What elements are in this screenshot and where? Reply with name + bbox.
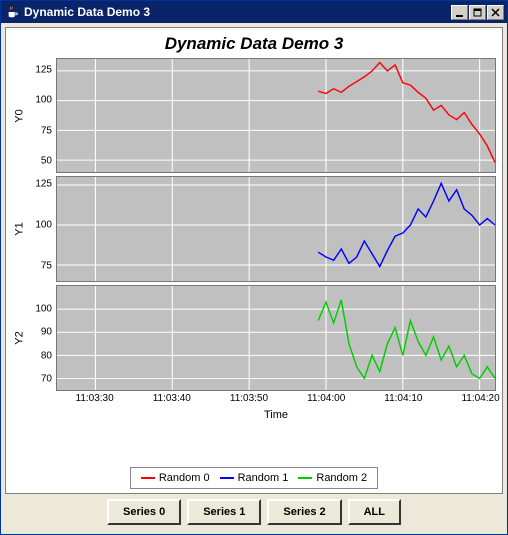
y-tick: 125 (35, 65, 52, 76)
y-axis-label-text: Y2 (14, 331, 26, 344)
x-axis-label: Time (264, 409, 288, 421)
y-tick: 100 (35, 219, 52, 230)
y-ticks: 75 100 125 (28, 176, 56, 282)
x-tick: 11:04:20 (461, 393, 499, 404)
y-tick: 75 (41, 260, 52, 271)
plot-row-2: Y2 70 80 90 100 (12, 285, 496, 391)
x-tick: 11:03:40 (153, 393, 191, 404)
window-buttons (451, 5, 504, 20)
y-tick: 75 (41, 125, 52, 136)
plot-area[interactable] (56, 285, 496, 391)
y-axis-label: Y2 (12, 285, 28, 391)
maximize-button[interactable] (469, 5, 486, 20)
series-line (318, 300, 495, 379)
x-tick: 11:04:00 (307, 393, 345, 404)
chart-title: Dynamic Data Demo 3 (12, 34, 496, 54)
y-tick: 100 (35, 303, 52, 314)
y-tick: 80 (41, 350, 52, 361)
series-line (318, 63, 495, 163)
button-row: Series 0Series 1Series 2 ALL (5, 494, 503, 530)
content: Dynamic Data Demo 3 Y0 50 75 100 125 Y1 75 100 1… (1, 23, 507, 534)
minimize-button[interactable] (451, 5, 468, 20)
chart-panel: Dynamic Data Demo 3 Y0 50 75 100 125 Y1 75 100 1… (5, 27, 503, 494)
legend-label: Random 0 (159, 472, 210, 484)
y-tick: 125 (35, 179, 52, 190)
x-tick: 11:04:10 (384, 393, 422, 404)
legend-label: Random 1 (238, 472, 289, 484)
legend-swatch (298, 477, 312, 479)
plot-area[interactable] (56, 176, 496, 282)
series-1-button[interactable]: Series 1 (187, 499, 261, 525)
legend-swatch (141, 477, 155, 479)
y-tick: 100 (35, 95, 52, 106)
all-button[interactable]: ALL (348, 499, 401, 525)
x-axis: 11:03:30 11:03:40 11:03:50 11:04:00 11:04:10… (12, 391, 496, 421)
plots-container: Y0 50 75 100 125 Y1 75 100 125 Y2 70 80 90 100 11:03:3… (12, 58, 496, 463)
y-axis-label: Y1 (12, 176, 28, 282)
legend-item: Random 1 (220, 472, 289, 484)
y-axis-label-text: Y0 (14, 109, 26, 122)
x-tick: 11:03:30 (76, 393, 114, 404)
x-ticks: 11:03:30 11:03:40 11:03:50 11:04:00 11:04:10… (56, 391, 496, 421)
y-tick: 50 (41, 155, 52, 166)
y-ticks: 70 80 90 100 (28, 285, 56, 391)
plot-row-1: Y1 75 100 125 (12, 176, 496, 282)
y-ticks: 50 75 100 125 (28, 58, 56, 173)
java-coffee-icon (6, 5, 20, 19)
plot-area[interactable] (56, 58, 496, 173)
series-0-button[interactable]: Series 0 (107, 499, 181, 525)
y-tick: 70 (41, 374, 52, 385)
series-2-button[interactable]: Series 2 (267, 499, 341, 525)
y-tick: 90 (41, 327, 52, 338)
y-axis-label: Y0 (12, 58, 28, 173)
x-tick: 11:03:50 (230, 393, 268, 404)
legend: Random 0 Random 1 Random 2 (130, 467, 378, 489)
titlebar: Dynamic Data Demo 3 (1, 1, 507, 23)
legend-label: Random 2 (316, 472, 367, 484)
plot-row-0: Y0 50 75 100 125 (12, 58, 496, 173)
y-axis-label-text: Y1 (14, 222, 26, 235)
legend-item: Random 0 (141, 472, 210, 484)
close-button[interactable] (487, 5, 504, 20)
legend-swatch (220, 477, 234, 479)
window-title: Dynamic Data Demo 3 (24, 5, 451, 19)
app-window: Dynamic Data Demo 3 Dynamic Data Demo 3 … (0, 0, 508, 535)
legend-item: Random 2 (298, 472, 367, 484)
